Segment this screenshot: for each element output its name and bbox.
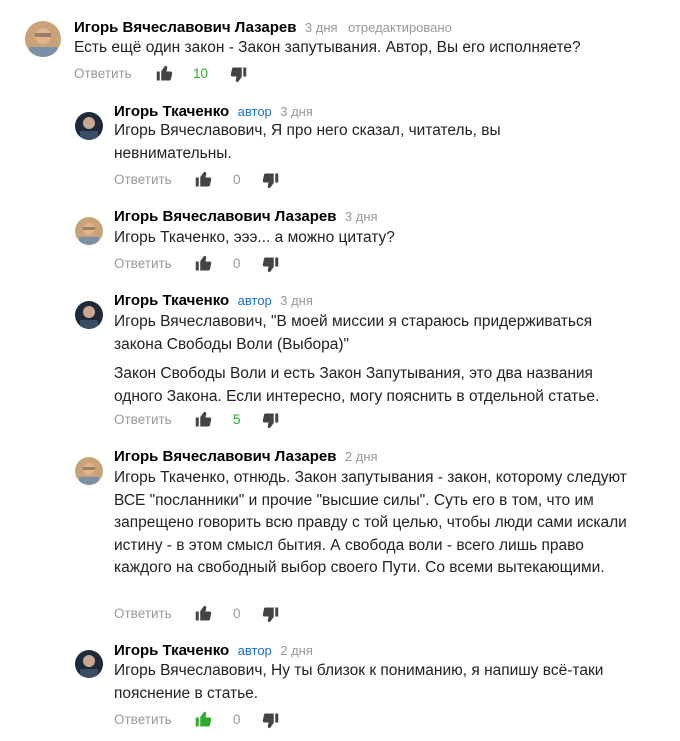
avatar[interactable] [25,21,61,57]
dislike-button[interactable] [229,66,247,84]
avatar[interactable] [75,650,103,678]
edited-label: отредактировано [348,20,452,35]
avatar[interactable] [75,457,103,485]
reply-button[interactable]: Ответить [74,64,132,84]
avatar[interactable] [75,301,103,329]
like-count: 0 [233,256,241,271]
thumbs-down-icon [262,713,279,729]
thumbs-up-icon [195,411,212,427]
comment-author[interactable]: Игорь Ткаченко [114,292,229,309]
thumbs-down-icon [230,67,247,83]
comment-actions: Ответить 0 [114,604,314,624]
like-count: 10 [193,66,209,81]
comment-paragraph: Игорь Ткаченко, эээ... а можно цитату? [114,229,395,246]
comment-paragraph: Игорь Ткаченко, отнюдь. Закон запутывани… [114,469,627,576]
comment-actions: Ответить 0 [114,710,314,730]
like-count: 5 [233,412,241,427]
comment-author[interactable]: Игорь Вячеславович Лазарев [114,208,336,225]
like-button[interactable] [195,254,213,272]
reply-button[interactable]: Ответить [114,410,172,430]
thumbs-down-icon [262,257,279,273]
thumbs-up-icon [195,255,212,271]
dislike-button[interactable] [261,412,279,430]
thumbs-down-icon [262,173,279,189]
author-badge: автор [237,293,272,308]
dislike-button[interactable] [261,712,279,730]
like-button-active[interactable] [195,710,213,728]
reply-comment: Игорь Ткаченко автор 2 дня Игорь Вячесла… [0,630,680,741]
comment-text: Игорь Вячеславович, Ну ты близок к поним… [114,660,634,705]
like-button[interactable] [195,604,213,622]
reply-button[interactable]: Ответить [114,254,172,274]
comment-text: Есть ещё один закон - Закон запутывания.… [74,37,664,60]
comment-date[interactable]: 2 дня [345,449,378,464]
author-badge: автор [237,643,272,658]
comment-author[interactable]: Игорь Вячеславович Лазарев [74,19,296,36]
comment-paragraph: Есть ещё один закон - Закон запутывания.… [74,39,581,56]
comment-actions: Ответить 0 [114,170,314,190]
like-count: 0 [233,712,241,727]
thumbs-up-icon [195,711,212,727]
thumbs-up-icon [195,171,212,187]
reply-button[interactable]: Ответить [114,604,172,624]
comment-text: Игорь Вячеславович, "В моей миссии я ста… [114,311,634,408]
comment-actions: Ответить 0 [114,254,314,274]
comment-author[interactable]: Игорь Вячеславович Лазарев [114,448,336,465]
comment-date[interactable]: 3 дня [345,209,378,224]
comment-actions: Ответить 5 [114,410,314,430]
comment-paragraph: Закон Свободы Воли и есть Закон Запутыва… [114,365,600,405]
comment-date[interactable]: 3 дня [305,20,338,35]
thumbs-down-icon [262,413,279,429]
dislike-button[interactable] [261,606,279,624]
comment-paragraph: Игорь Вячеславович, Ну ты близок к поним… [114,662,604,702]
comment-date[interactable]: 3 дня [280,293,313,308]
comment-author[interactable]: Игорь Ткаченко [114,103,229,120]
comment-text: Игорь Ткаченко, эээ... а можно цитату? [114,227,654,250]
comment-paragraph: Игорь Вячеславович, Я про него сказал, ч… [114,122,501,162]
comment-text: Игорь Вячеславович, Я про него сказал, ч… [114,120,534,165]
thumbs-up-icon [156,65,173,81]
comment-date[interactable]: 2 дня [280,643,313,658]
dislike-button[interactable] [261,172,279,190]
reply-comment: Игорь Ткаченко автор 3 дня Игорь Вячесла… [0,95,680,195]
thumbs-up-icon [195,605,212,621]
like-button[interactable] [156,64,174,82]
reply-comment: Игорь Вячеславович Лазарев 3 дня Игорь Т… [0,195,680,285]
comment-author[interactable]: Игорь Ткаченко [114,642,229,659]
comment-actions: Ответить 10 [74,64,274,84]
reply-comment: Игорь Вячеславович Лазарев 2 дня Игорь Т… [0,440,680,630]
comment-thread-root: Игорь Вячеславович Лазарев 3 дня отредак… [0,0,680,95]
avatar[interactable] [75,112,103,140]
dislike-button[interactable] [261,256,279,274]
reply-button[interactable]: Ответить [114,170,172,190]
like-count: 0 [233,172,241,187]
reply-button[interactable]: Ответить [114,710,172,730]
comment-text: Игорь Ткаченко, отнюдь. Закон запутывани… [114,467,634,580]
author-badge: автор [237,104,272,119]
thumbs-down-icon [262,607,279,623]
avatar[interactable] [75,217,103,245]
comment-paragraph: Игорь Вячеславович, "В моей миссии я ста… [114,313,593,353]
like-button[interactable] [195,170,213,188]
reply-comment: Игорь Ткаченко автор 3 дня Игорь Вячесла… [0,285,680,440]
like-button[interactable] [195,410,213,428]
like-count: 0 [233,606,241,621]
comment-date[interactable]: 3 дня [280,104,313,119]
